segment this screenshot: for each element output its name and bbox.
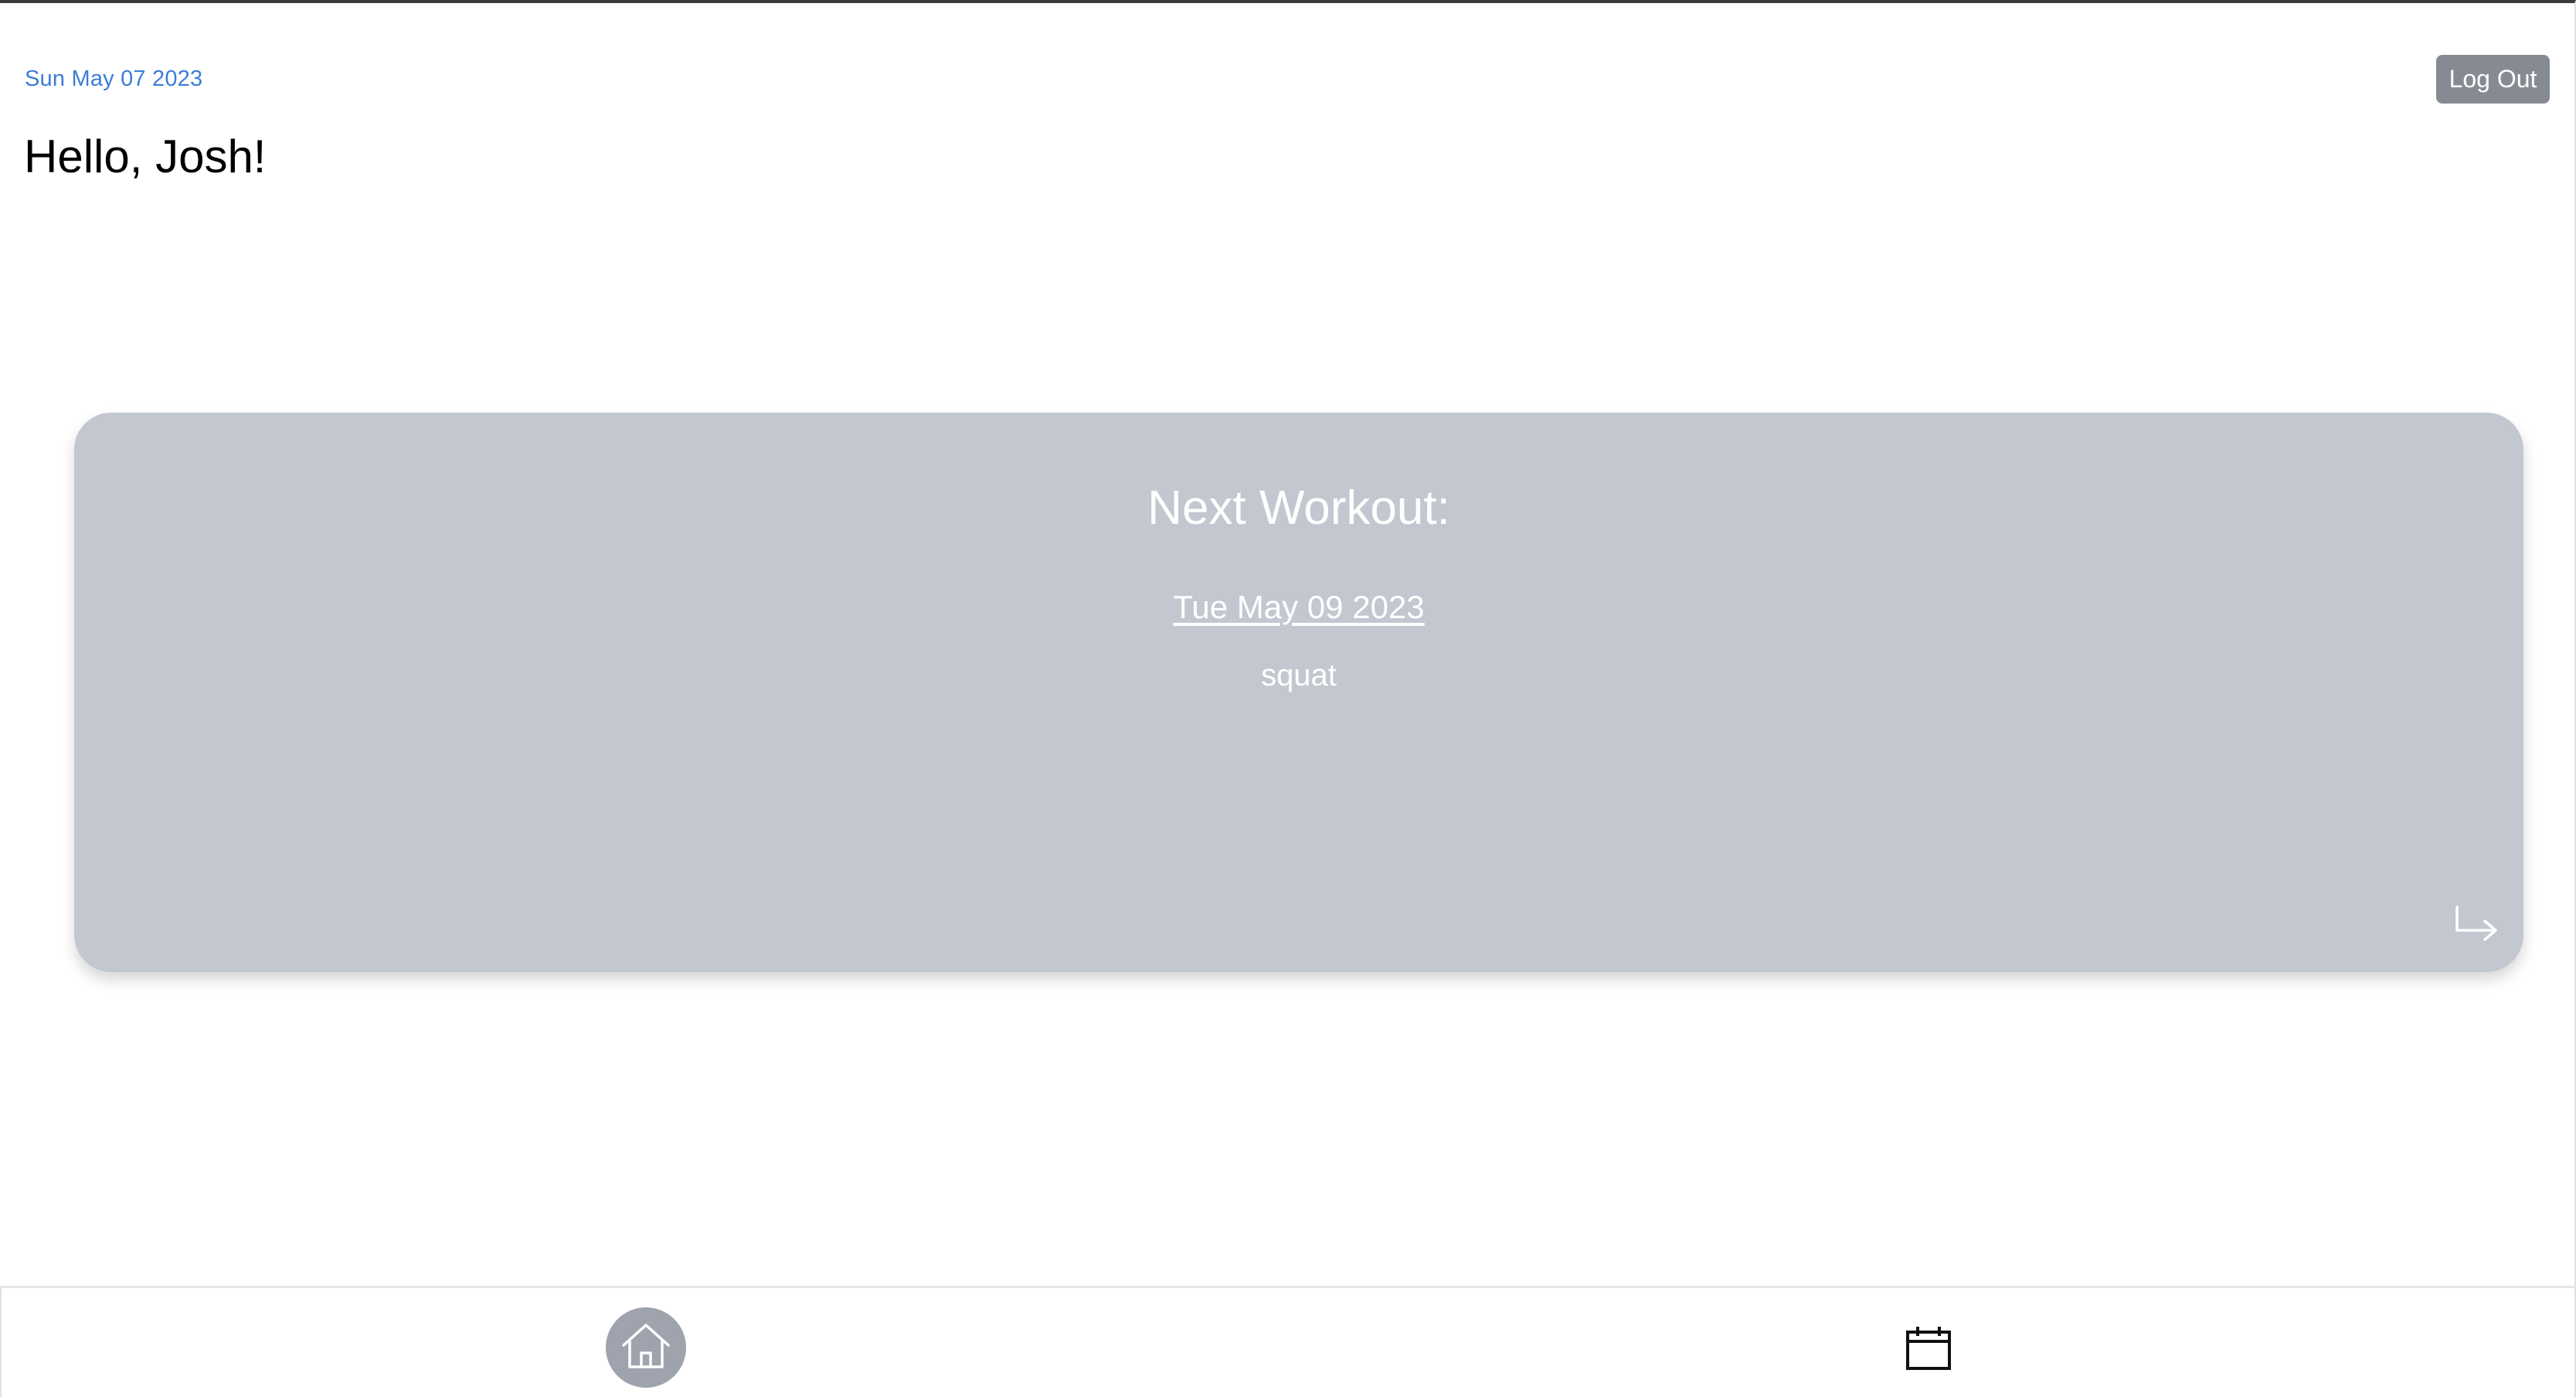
next-workout-date-wrapper: Tue May 09 2023 xyxy=(74,589,2523,626)
calendar-icon xyxy=(1905,1325,1952,1375)
next-workout-exercise: squat xyxy=(1261,658,1337,692)
next-workout-card[interactable]: Next Workout: Tue May 09 2023 squat xyxy=(74,413,2523,972)
current-date: Sun May 07 2023 xyxy=(25,66,203,91)
next-workout-date-link[interactable]: Tue May 09 2023 xyxy=(1173,589,1424,625)
nav-home-button[interactable] xyxy=(606,1307,686,1388)
nav-calendar-button[interactable] xyxy=(1904,1325,1953,1375)
next-workout-title: Next Workout: xyxy=(1147,481,1450,535)
home-icon xyxy=(620,1322,671,1374)
corner-down-right-icon[interactable] xyxy=(2452,904,2500,944)
logout-button[interactable]: Log Out xyxy=(2436,55,2550,104)
bottom-navigation xyxy=(0,1286,2574,1397)
app-page: Sun May 07 2023 Hello, Josh! Log Out Nex… xyxy=(0,0,2576,1397)
greeting-heading: Hello, Josh! xyxy=(24,131,267,182)
